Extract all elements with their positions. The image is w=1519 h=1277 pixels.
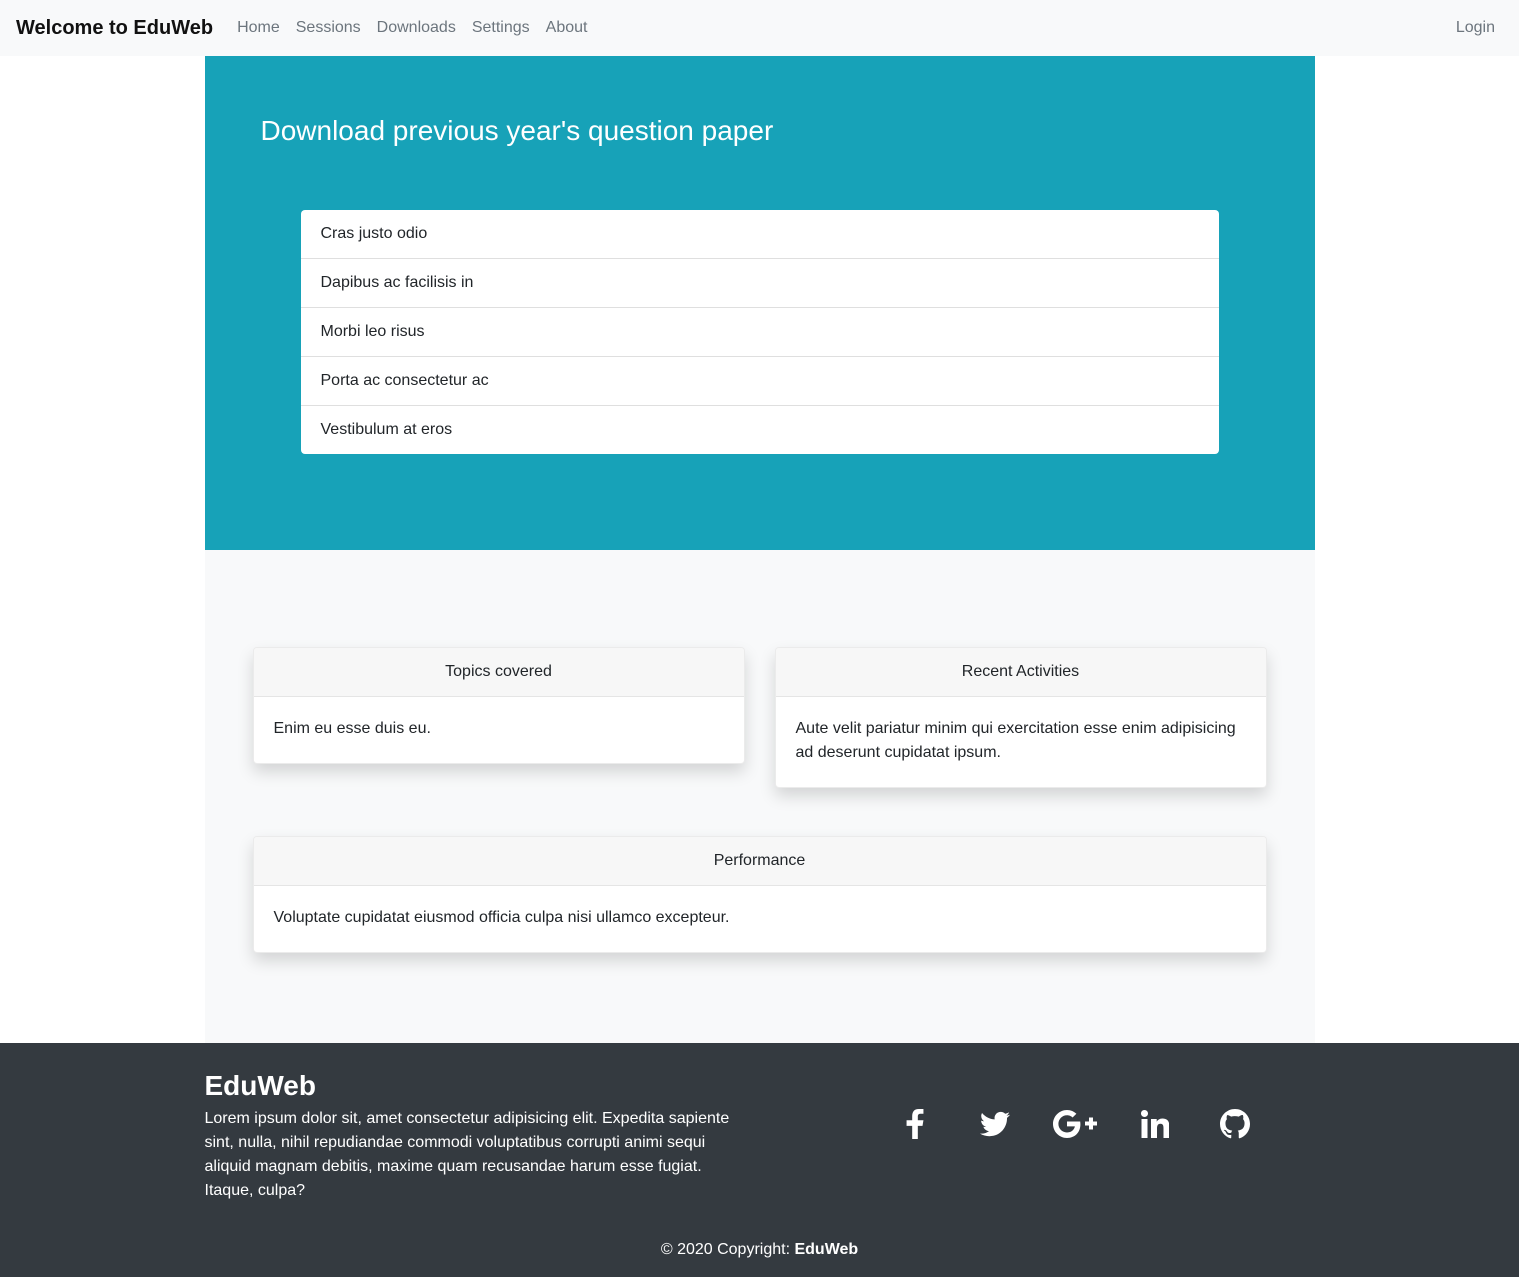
- list-item[interactable]: Cras justo odio: [301, 210, 1219, 258]
- nav-home[interactable]: Home: [229, 11, 288, 45]
- footer-text: Lorem ipsum dolor sit, amet consectetur …: [204, 1110, 730, 1199]
- nav-downloads[interactable]: Downloads: [369, 11, 464, 45]
- nav-sessions[interactable]: Sessions: [288, 11, 369, 45]
- brand-link[interactable]: Welcome to EduWeb: [16, 17, 213, 40]
- facebook-icon: [906, 1109, 923, 1139]
- list-item[interactable]: Dapibus ac facilisis in: [300, 258, 1219, 307]
- navbar: Welcome to EduWeb Home Sessions Download…: [0, 0, 1519, 56]
- copyright-text: © 2020 Copyright:: [660, 1241, 795, 1258]
- footer-inner: EduWeb Lorem ipsum dolor sit, amet conse…: [205, 1043, 1315, 1203]
- list-item[interactable]: Vestibulum at eros: [300, 405, 1219, 454]
- downloads-hero: Download previous year's question paper …: [204, 56, 1315, 550]
- list-item[interactable]: Porta ac consectetur ac: [300, 356, 1219, 405]
- performance-card: Performance Voluptate cupidatat eiusmod …: [252, 836, 1267, 953]
- twitter-icon: [979, 1111, 1010, 1137]
- github-icon: [1219, 1109, 1250, 1139]
- card-body: Voluptate cupidatat eiusmod officia culp…: [273, 909, 730, 926]
- footer: EduWeb Lorem ipsum dolor sit, amet conse…: [0, 1043, 1519, 1277]
- google-plus-icon: [1052, 1110, 1097, 1138]
- social-links: [745, 1069, 1315, 1179]
- copyright: © 2020 Copyright: EduWeb: [0, 1241, 1519, 1259]
- footer-about: EduWeb Lorem ipsum dolor sit, amet conse…: [205, 1069, 745, 1203]
- nav-links: Home Sessions Downloads Settings About: [229, 11, 595, 45]
- footer-title: EduWeb: [204, 1070, 316, 1101]
- linkedin-link[interactable]: [1115, 1104, 1195, 1144]
- copyright-brand[interactable]: EduWeb: [794, 1241, 858, 1258]
- card-body: Aute velit pariatur minim qui exercitati…: [795, 720, 1236, 761]
- facebook-link[interactable]: [875, 1104, 955, 1144]
- recent-activities-card: Recent Activities Aute velit pariatur mi…: [774, 647, 1267, 788]
- nav-settings[interactable]: Settings: [464, 11, 538, 45]
- topics-card: Topics covered Enim eu esse duis eu.: [252, 647, 745, 764]
- card-row: Topics covered Enim eu esse duis eu. Rec…: [252, 647, 1267, 788]
- twitter-link[interactable]: [955, 1104, 1035, 1144]
- cards-section: Topics covered Enim eu esse duis eu. Rec…: [204, 550, 1315, 1043]
- hero-title: Download previous year's question paper: [260, 115, 774, 146]
- linkedin-icon: [1140, 1110, 1169, 1138]
- question-paper-list: Cras justo odio Dapibus ac facilisis in …: [300, 210, 1219, 454]
- list-item[interactable]: Morbi leo risus: [300, 307, 1219, 356]
- card-header: Topics covered: [253, 648, 744, 697]
- card-header: Performance: [253, 837, 1266, 886]
- card-header: Recent Activities: [775, 648, 1266, 697]
- google-plus-link[interactable]: [1035, 1104, 1115, 1144]
- github-link[interactable]: [1195, 1104, 1275, 1144]
- login-link[interactable]: Login: [1448, 11, 1503, 45]
- card-body: Enim eu esse duis eu.: [273, 720, 431, 737]
- nav-about[interactable]: About: [538, 11, 596, 45]
